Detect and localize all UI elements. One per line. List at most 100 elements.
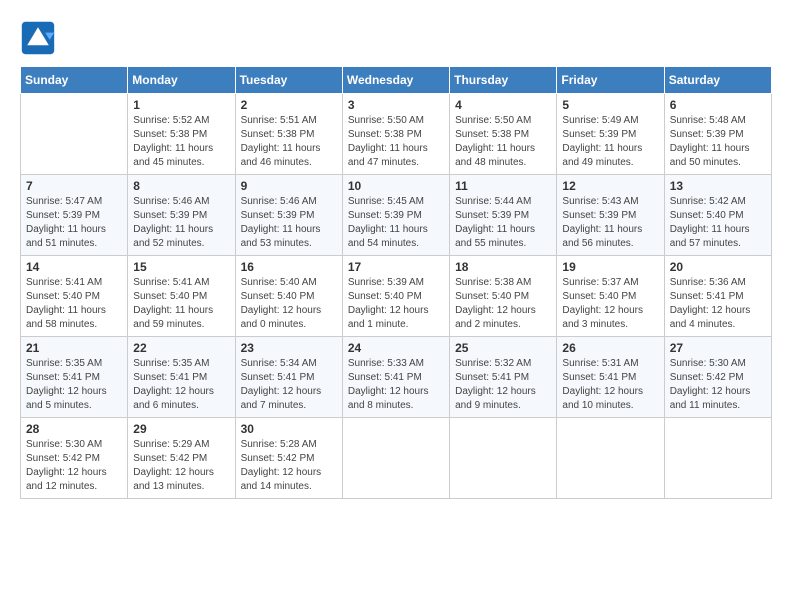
- day-cell: 7 Sunrise: 5:47 AM Sunset: 5:39 PM Daylig…: [21, 175, 128, 256]
- day-cell: [342, 418, 449, 499]
- day-info: Sunrise: 5:39 AM Sunset: 5:40 PM Dayligh…: [348, 276, 444, 332]
- day-info: Sunrise: 5:33 AM Sunset: 5:41 PM Dayligh…: [348, 357, 444, 413]
- day-info: Sunrise: 5:41 AM Sunset: 5:40 PM Dayligh…: [133, 276, 229, 332]
- week-row-5: 28 Sunrise: 5:30 AM Sunset: 5:42 PM Dayli…: [21, 418, 772, 499]
- logo-icon: [20, 20, 56, 56]
- day-number: 30: [241, 422, 337, 436]
- day-cell: 23 Sunrise: 5:34 AM Sunset: 5:41 PM Dayli…: [235, 337, 342, 418]
- day-number: 21: [26, 341, 122, 355]
- header-row: SundayMondayTuesdayWednesdayThursdayFrid…: [21, 67, 772, 94]
- day-cell: 5 Sunrise: 5:49 AM Sunset: 5:39 PM Daylig…: [557, 94, 664, 175]
- day-info: Sunrise: 5:46 AM Sunset: 5:39 PM Dayligh…: [241, 195, 337, 251]
- day-info: Sunrise: 5:42 AM Sunset: 5:40 PM Dayligh…: [670, 195, 766, 251]
- day-number: 1: [133, 98, 229, 112]
- day-number: 5: [562, 98, 658, 112]
- day-info: Sunrise: 5:35 AM Sunset: 5:41 PM Dayligh…: [26, 357, 122, 413]
- day-cell: 1Sunrise: 5:52 AM Sunset: 5:38 PM Daylig…: [128, 94, 235, 175]
- day-cell: 17 Sunrise: 5:39 AM Sunset: 5:40 PM Dayli…: [342, 256, 449, 337]
- day-number: 24: [348, 341, 444, 355]
- day-cell: 20Sunrise: 5:36 AM Sunset: 5:41 PM Dayli…: [664, 256, 771, 337]
- day-cell: [557, 418, 664, 499]
- day-info: Sunrise: 5:28 AM Sunset: 5:42 PM Dayligh…: [241, 438, 337, 494]
- calendar-header: SundayMondayTuesdayWednesdayThursdayFrid…: [21, 67, 772, 94]
- day-cell: 29 Sunrise: 5:29 AM Sunset: 5:42 PM Dayli…: [128, 418, 235, 499]
- calendar-table: SundayMondayTuesdayWednesdayThursdayFrid…: [20, 66, 772, 499]
- day-info: Sunrise: 5:50 AM Sunset: 5:38 PM Dayligh…: [348, 114, 444, 170]
- day-number: 15: [133, 260, 229, 274]
- day-info: Sunrise: 5:43 AM Sunset: 5:39 PM Dayligh…: [562, 195, 658, 251]
- header-cell-monday: Monday: [128, 67, 235, 94]
- day-cell: 25Sunrise: 5:32 AM Sunset: 5:41 PM Dayli…: [450, 337, 557, 418]
- day-cell: 26Sunrise: 5:31 AM Sunset: 5:41 PM Dayli…: [557, 337, 664, 418]
- day-number: 12: [562, 179, 658, 193]
- day-number: 4: [455, 98, 551, 112]
- day-cell: 10 Sunrise: 5:45 AM Sunset: 5:39 PM Dayli…: [342, 175, 449, 256]
- page-header: [20, 20, 772, 56]
- day-number: 17: [348, 260, 444, 274]
- day-number: 18: [455, 260, 551, 274]
- day-cell: [450, 418, 557, 499]
- day-number: 11: [455, 179, 551, 193]
- day-info: Sunrise: 5:38 AM Sunset: 5:40 PM Dayligh…: [455, 276, 551, 332]
- day-number: 2: [241, 98, 337, 112]
- day-cell: 13 Sunrise: 5:42 AM Sunset: 5:40 PM Dayli…: [664, 175, 771, 256]
- day-number: 23: [241, 341, 337, 355]
- week-row-4: 21 Sunrise: 5:35 AM Sunset: 5:41 PM Dayli…: [21, 337, 772, 418]
- header-cell-wednesday: Wednesday: [342, 67, 449, 94]
- header-cell-thursday: Thursday: [450, 67, 557, 94]
- day-cell: 22Sunrise: 5:35 AM Sunset: 5:41 PM Dayli…: [128, 337, 235, 418]
- day-number: 29: [133, 422, 229, 436]
- day-info: Sunrise: 5:37 AM Sunset: 5:40 PM Dayligh…: [562, 276, 658, 332]
- day-cell: 2 Sunrise: 5:51 AM Sunset: 5:38 PM Daylig…: [235, 94, 342, 175]
- day-info: Sunrise: 5:30 AM Sunset: 5:42 PM Dayligh…: [670, 357, 766, 413]
- day-info: Sunrise: 5:34 AM Sunset: 5:41 PM Dayligh…: [241, 357, 337, 413]
- day-cell: 21 Sunrise: 5:35 AM Sunset: 5:41 PM Dayli…: [21, 337, 128, 418]
- header-cell-saturday: Saturday: [664, 67, 771, 94]
- day-number: 6: [670, 98, 766, 112]
- day-cell: 24 Sunrise: 5:33 AM Sunset: 5:41 PM Dayli…: [342, 337, 449, 418]
- day-number: 10: [348, 179, 444, 193]
- day-number: 19: [562, 260, 658, 274]
- day-cell: 3 Sunrise: 5:50 AM Sunset: 5:38 PM Daylig…: [342, 94, 449, 175]
- day-cell: 14 Sunrise: 5:41 AM Sunset: 5:40 PM Dayli…: [21, 256, 128, 337]
- day-cell: 8 Sunrise: 5:46 AM Sunset: 5:39 PM Daylig…: [128, 175, 235, 256]
- day-cell: 27 Sunrise: 5:30 AM Sunset: 5:42 PM Dayli…: [664, 337, 771, 418]
- day-info: Sunrise: 5:50 AM Sunset: 5:38 PM Dayligh…: [455, 114, 551, 170]
- day-cell: [664, 418, 771, 499]
- day-info: Sunrise: 5:49 AM Sunset: 5:39 PM Dayligh…: [562, 114, 658, 170]
- day-cell: 6Sunrise: 5:48 AM Sunset: 5:39 PM Daylig…: [664, 94, 771, 175]
- day-number: 27: [670, 341, 766, 355]
- day-info: Sunrise: 5:51 AM Sunset: 5:38 PM Dayligh…: [241, 114, 337, 170]
- day-info: Sunrise: 5:45 AM Sunset: 5:39 PM Dayligh…: [348, 195, 444, 251]
- day-number: 8: [133, 179, 229, 193]
- header-cell-friday: Friday: [557, 67, 664, 94]
- day-info: Sunrise: 5:47 AM Sunset: 5:39 PM Dayligh…: [26, 195, 122, 251]
- day-cell: 4 Sunrise: 5:50 AM Sunset: 5:38 PM Daylig…: [450, 94, 557, 175]
- day-cell: 15 Sunrise: 5:41 AM Sunset: 5:40 PM Dayli…: [128, 256, 235, 337]
- week-row-1: 1Sunrise: 5:52 AM Sunset: 5:38 PM Daylig…: [21, 94, 772, 175]
- day-number: 16: [241, 260, 337, 274]
- day-cell: [21, 94, 128, 175]
- day-number: 25: [455, 341, 551, 355]
- day-cell: 12 Sunrise: 5:43 AM Sunset: 5:39 PM Dayli…: [557, 175, 664, 256]
- day-number: 3: [348, 98, 444, 112]
- day-info: Sunrise: 5:29 AM Sunset: 5:42 PM Dayligh…: [133, 438, 229, 494]
- week-row-2: 7 Sunrise: 5:47 AM Sunset: 5:39 PM Daylig…: [21, 175, 772, 256]
- day-number: 9: [241, 179, 337, 193]
- day-number: 28: [26, 422, 122, 436]
- header-cell-tuesday: Tuesday: [235, 67, 342, 94]
- day-cell: 18 Sunrise: 5:38 AM Sunset: 5:40 PM Dayli…: [450, 256, 557, 337]
- day-cell: 30 Sunrise: 5:28 AM Sunset: 5:42 PM Dayli…: [235, 418, 342, 499]
- day-info: Sunrise: 5:36 AM Sunset: 5:41 PM Dayligh…: [670, 276, 766, 332]
- day-cell: 19 Sunrise: 5:37 AM Sunset: 5:40 PM Dayli…: [557, 256, 664, 337]
- day-info: Sunrise: 5:35 AM Sunset: 5:41 PM Dayligh…: [133, 357, 229, 413]
- day-cell: 28 Sunrise: 5:30 AM Sunset: 5:42 PM Dayli…: [21, 418, 128, 499]
- day-info: Sunrise: 5:46 AM Sunset: 5:39 PM Dayligh…: [133, 195, 229, 251]
- day-info: Sunrise: 5:41 AM Sunset: 5:40 PM Dayligh…: [26, 276, 122, 332]
- day-info: Sunrise: 5:30 AM Sunset: 5:42 PM Dayligh…: [26, 438, 122, 494]
- day-cell: 9 Sunrise: 5:46 AM Sunset: 5:39 PM Daylig…: [235, 175, 342, 256]
- day-number: 14: [26, 260, 122, 274]
- day-number: 13: [670, 179, 766, 193]
- day-number: 7: [26, 179, 122, 193]
- day-number: 26: [562, 341, 658, 355]
